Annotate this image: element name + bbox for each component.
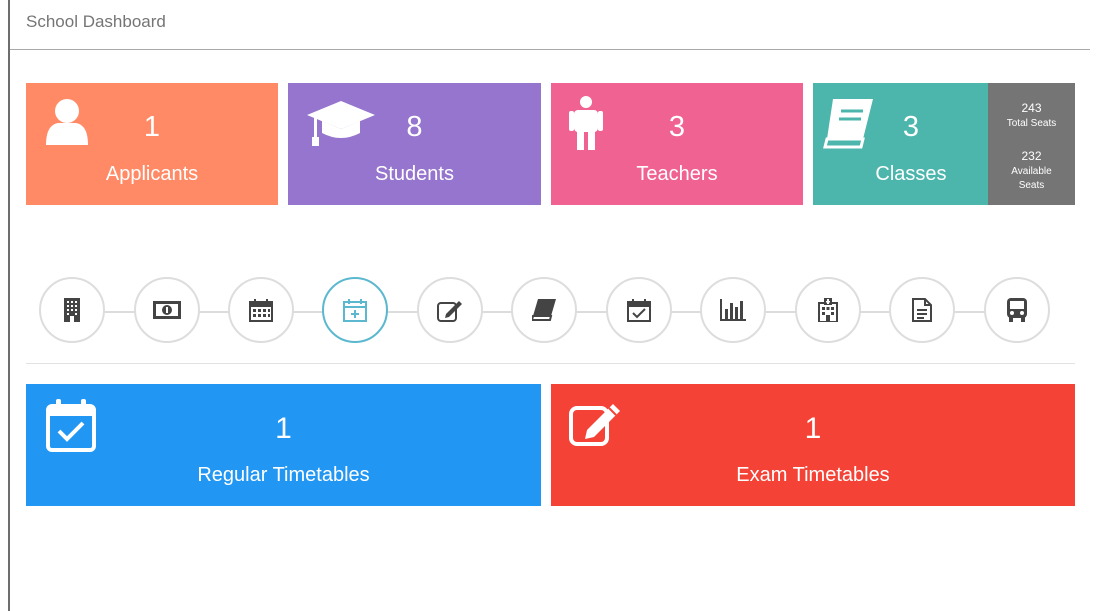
applicants-label: Applicants <box>105 163 199 185</box>
students-count: 8 <box>406 111 423 143</box>
bus-icon <box>1007 298 1027 322</box>
quick-action-hospital[interactable] <box>795 277 861 343</box>
quick-action-book[interactable] <box>511 277 577 343</box>
teachers-card[interactable]: 3 Teachers <box>551 83 803 205</box>
available-seats-label-1: Available <box>1011 166 1052 177</box>
exam-timetables-label: Exam Timetables <box>736 464 890 486</box>
quick-action-calendar[interactable] <box>228 277 294 343</box>
quick-action-calendar-plus[interactable] <box>322 277 388 343</box>
calendar-icon <box>249 299 273 322</box>
regular-timetables-label: Regular Timetables <box>197 464 370 486</box>
teachers-count: 3 <box>668 111 686 143</box>
quick-action-bus[interactable] <box>984 277 1050 343</box>
edit-icon <box>437 301 462 322</box>
calendar-plus-icon <box>343 299 367 322</box>
available-seats-label-2: Seats <box>1018 180 1045 191</box>
classes-label: Classes <box>875 163 947 185</box>
quick-action-file[interactable] <box>889 277 955 343</box>
available-seats-value: 232 <box>1021 149 1042 163</box>
file-text-icon <box>912 298 932 322</box>
classes-count: 3 <box>902 111 920 143</box>
page-title: School Dashboard <box>26 12 166 31</box>
students-label: Students <box>375 163 454 185</box>
applicants-count: 1 <box>143 111 161 143</box>
money-icon <box>153 301 181 319</box>
regular-timetables-card[interactable]: 1 Regular Timetables <box>26 384 541 506</box>
section-divider <box>26 363 1075 364</box>
applicants-card[interactable]: 1 Applicants <box>26 83 278 205</box>
total-seats-value: 243 <box>1021 101 1042 115</box>
classes-card[interactable]: 3 Classes 243 Total Seats 232 Available … <box>813 83 1075 205</box>
bar-chart-icon <box>720 299 746 321</box>
quick-action-edit[interactable] <box>417 277 483 343</box>
teachers-label: Teachers <box>636 163 718 185</box>
quick-action-building[interactable] <box>39 277 105 343</box>
exam-timetables-card[interactable]: 1 Exam Timetables <box>551 384 1075 506</box>
total-seats-label: Total Seats <box>1006 118 1057 129</box>
hospital-icon <box>818 298 838 322</box>
book-icon <box>532 299 556 321</box>
exam-timetables-count: 1 <box>804 412 822 445</box>
seats-panel: 243 Total Seats 232 Available Seats <box>988 83 1075 205</box>
regular-timetables-count: 1 <box>275 412 292 445</box>
left-border <box>8 0 10 611</box>
quick-action-calendar-check[interactable] <box>606 277 672 343</box>
building-icon <box>64 298 80 322</box>
calendar-check-icon <box>627 299 651 322</box>
quick-action-money[interactable] <box>134 277 200 343</box>
title-divider <box>10 49 1090 50</box>
quick-action-bar-chart[interactable] <box>700 277 766 343</box>
students-card[interactable]: 8 Students <box>288 83 541 205</box>
